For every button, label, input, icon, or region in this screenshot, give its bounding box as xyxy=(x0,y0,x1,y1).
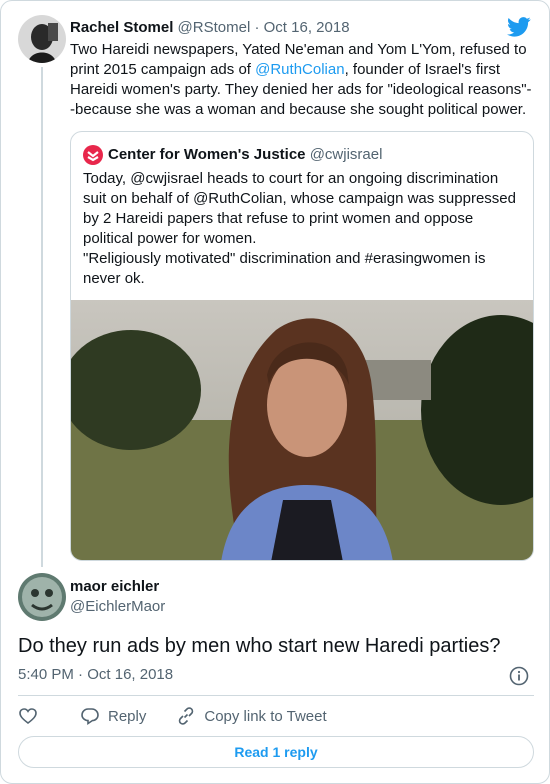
like-button[interactable] xyxy=(18,706,46,726)
thread-line xyxy=(41,67,43,567)
divider xyxy=(18,695,534,696)
reply-date: Oct 16, 2018 xyxy=(87,666,174,683)
reply-icon xyxy=(81,708,99,725)
quoted-author-name[interactable]: Center for Women's Justice xyxy=(108,145,306,165)
author-handle[interactable]: @RStomel xyxy=(178,19,251,36)
reply-author-avatar[interactable] xyxy=(18,573,66,621)
info-icon[interactable] xyxy=(509,666,529,686)
dot-separator: · xyxy=(254,19,260,36)
tweet-header: Rachel Stomel @RStomel · Oct 16, 2018 xyxy=(70,18,350,37)
tweet-text: Two Hareidi newspapers, Yated Ne'eman an… xyxy=(70,40,536,120)
reply-label: Reply xyxy=(108,707,147,725)
reply-time: 5:40 PM xyxy=(18,666,74,683)
twitter-bird-icon[interactable] xyxy=(507,17,531,37)
cwj-logo-icon xyxy=(83,145,103,165)
copy-link-button[interactable]: Copy link to Tweet xyxy=(176,706,327,726)
author-avatar[interactable] xyxy=(18,15,66,63)
dot-separator: · xyxy=(78,666,88,683)
author-name[interactable]: Rachel Stomel xyxy=(70,19,173,36)
heart-icon xyxy=(19,708,37,725)
quoted-tweet-photo[interactable] xyxy=(71,300,534,561)
link-icon xyxy=(179,707,194,725)
quoted-tweet-text: Today, @cwjisrael heads to court for an … xyxy=(83,169,523,289)
quoted-author-handle[interactable]: @cwjisrael xyxy=(310,145,383,165)
copy-link-label: Copy link to Tweet xyxy=(204,707,327,725)
reply-text: Do they run ads by men who start new Har… xyxy=(18,635,501,657)
quoted-tweet[interactable]: Center for Women's Justice @cwjisrael To… xyxy=(70,131,534,561)
reply-author-handle[interactable]: @EichlerMaor xyxy=(70,597,165,617)
quoted-text-line: "Religiously motivated" discrimination a… xyxy=(83,250,486,287)
quoted-text-line: Today, @cwjisrael heads to court for an … xyxy=(83,170,516,247)
read-replies-button[interactable]: Read 1 reply xyxy=(18,736,534,768)
quoted-tweet-header: Center for Women's Justice @cwjisrael xyxy=(83,145,382,165)
reply-timestamp[interactable]: 5:40 PM · Oct 16, 2018 xyxy=(18,665,173,685)
action-bar: Reply Copy link to Tweet xyxy=(18,705,327,727)
reply-button[interactable]: Reply xyxy=(80,706,146,726)
reply-author-name[interactable]: maor eichler xyxy=(70,578,159,595)
reply-header: maor eichler @EichlerMaor xyxy=(70,577,165,617)
tweet-embed-card: Rachel Stomel @RStomel · Oct 16, 2018 Tw… xyxy=(0,0,550,784)
tweet-date[interactable]: Oct 16, 2018 xyxy=(264,19,350,36)
mention-link[interactable]: @RuthColian xyxy=(255,61,344,78)
